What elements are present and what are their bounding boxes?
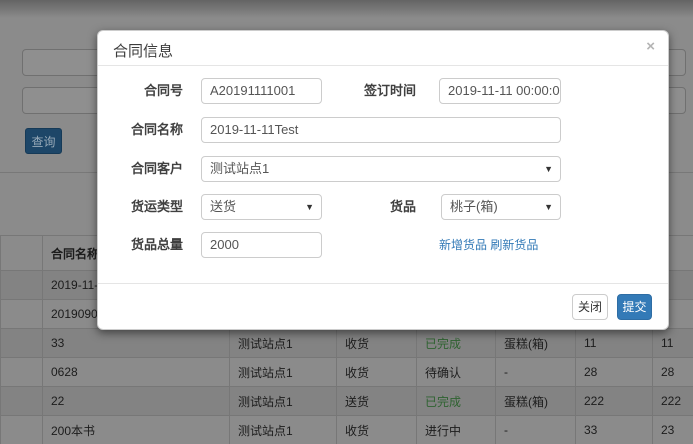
table-cell: 28: [652, 357, 693, 387]
table-cell: 222: [652, 386, 693, 416]
top-navbar: [0, 0, 693, 18]
refresh-goods-link[interactable]: 刷新货品: [490, 238, 538, 252]
table-cell: -: [495, 415, 576, 444]
table-row[interactable]: 200本书测试站点1收货进行中-33232019-06-24 00:00:00: [0, 415, 693, 444]
table-cell: 22: [42, 386, 230, 416]
table-cell: 收货: [336, 328, 417, 358]
table-cell: 已完成: [416, 386, 496, 416]
submit-button[interactable]: 提交: [617, 294, 652, 320]
table-cell: 11: [575, 328, 653, 358]
goods-links: 新增货品 刷新货品: [439, 236, 538, 253]
contract-name-label: 合同名称: [130, 122, 183, 137]
table-cell: 200本书: [42, 415, 230, 444]
table-header-cell: [0, 235, 43, 271]
customer-select[interactable]: 测试站点1 ▼: [201, 156, 561, 182]
table-cell: 11: [652, 328, 693, 358]
table-cell: [0, 328, 43, 358]
table-row[interactable]: 33测试站点1收货已完成蛋糕(箱)11112019-06-27 00:00:00: [0, 328, 693, 358]
table-cell: 28: [575, 357, 653, 387]
table-cell: 测试站点1: [229, 328, 337, 358]
sign-time-input[interactable]: 2019-11-11 00:00:00: [439, 78, 561, 104]
table-cell: 收货: [336, 415, 417, 444]
table-cell: 测试站点1: [229, 357, 337, 387]
table-cell: [0, 357, 43, 387]
query-button[interactable]: 查询: [25, 128, 62, 154]
close-button[interactable]: 关闭: [572, 294, 608, 320]
chevron-down-icon: ▼: [305, 202, 314, 212]
freight-type-select[interactable]: 送货 ▼: [201, 194, 322, 220]
goods-select-value: 桃子(箱): [450, 199, 498, 214]
table-cell: [0, 270, 43, 300]
contract-no-input[interactable]: A20191111001: [201, 78, 322, 104]
close-icon[interactable]: ×: [646, 38, 655, 56]
customer-label: 合同客户: [130, 161, 183, 176]
contract-no-label: 合同号: [143, 83, 183, 98]
sign-time-label: 签订时间: [363, 83, 416, 98]
quantity-input[interactable]: 2000: [201, 232, 322, 258]
freight-type-label: 货运类型: [130, 199, 183, 214]
table-cell: [0, 415, 43, 444]
table-cell: 33: [42, 328, 230, 358]
table-cell: -: [495, 357, 576, 387]
chevron-down-icon: ▼: [544, 164, 553, 174]
customer-select-value: 测试站点1: [210, 161, 270, 176]
contract-info-modal: 合同信息 × 合同号 A20191111001 签订时间 2019-11-11 …: [97, 30, 669, 330]
modal-title: 合同信息: [113, 43, 174, 60]
table-cell: 收货: [336, 357, 417, 387]
table-cell: 待确认: [416, 357, 496, 387]
table-row[interactable]: 0628测试站点1收货待确认-28282019-06-25 00:00:00: [0, 357, 693, 387]
table-cell: 23: [652, 415, 693, 444]
modal-header-divider: [98, 65, 668, 66]
page: 查询 合同名称 2019-11-11Test00:002019090500109…: [0, 0, 693, 444]
goods-label: 货品: [389, 199, 416, 214]
contract-name-input[interactable]: 2019-11-11Test: [201, 117, 561, 143]
table-cell: 0628: [42, 357, 230, 387]
table-cell: [0, 299, 43, 329]
modal-footer-divider: [98, 283, 668, 284]
goods-select[interactable]: 桃子(箱) ▼: [441, 194, 561, 220]
table-cell: 蛋糕(箱): [495, 328, 576, 358]
add-goods-link[interactable]: 新增货品: [439, 238, 487, 252]
table-cell: 测试站点1: [229, 386, 337, 416]
chevron-down-icon: ▼: [544, 202, 553, 212]
table-cell: 222: [575, 386, 653, 416]
freight-type-select-value: 送货: [210, 199, 237, 214]
table-cell: [0, 386, 43, 416]
table-cell: 蛋糕(箱): [495, 386, 576, 416]
table-row[interactable]: 22测试站点1送货已完成蛋糕(箱)2222222019-06-24 00:00:…: [0, 386, 693, 416]
table-cell: 已完成: [416, 328, 496, 358]
table-cell: 33: [575, 415, 653, 444]
table-cell: 送货: [336, 386, 417, 416]
table-cell: 测试站点1: [229, 415, 337, 444]
table-cell: 进行中: [416, 415, 496, 444]
quantity-label: 货品总量: [130, 237, 183, 252]
